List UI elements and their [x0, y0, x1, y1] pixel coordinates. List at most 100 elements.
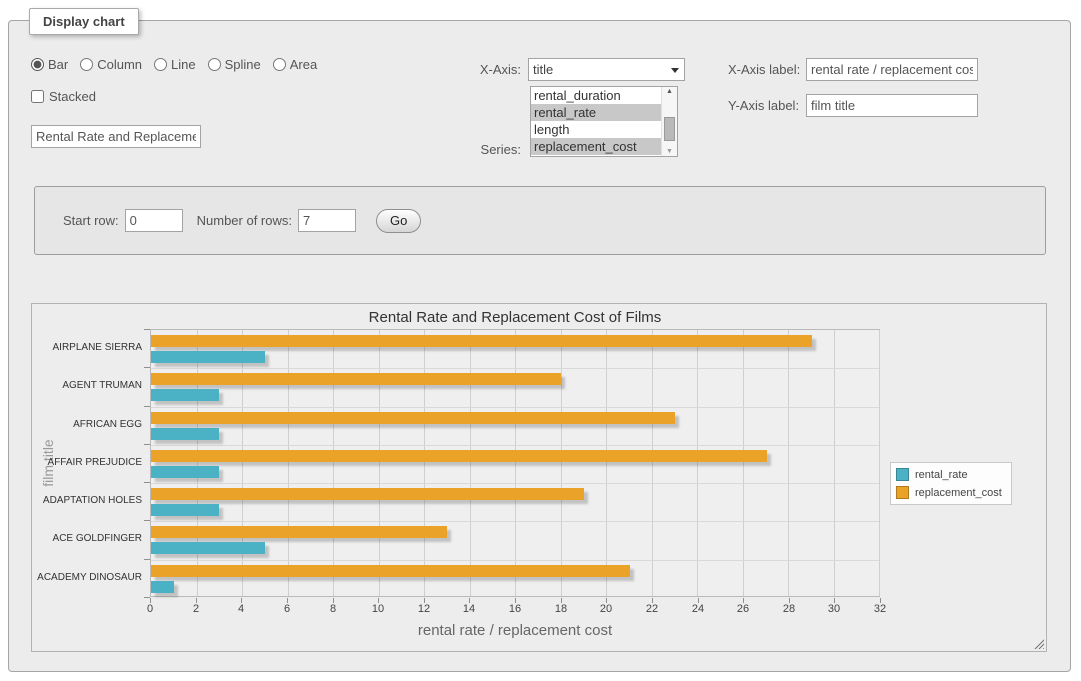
chart-type-text: Area [290, 57, 317, 72]
gridline-vertical [424, 330, 425, 596]
chart-type-text: Bar [48, 57, 68, 72]
x-tick-mark [287, 598, 288, 603]
resize-grip-icon[interactable] [1034, 639, 1044, 649]
x-tick-label: 14 [449, 603, 489, 615]
chart-type-radio-line[interactable] [154, 58, 167, 71]
x-tick-label: 2 [176, 603, 216, 615]
x-tick-mark [789, 598, 790, 603]
category-label: ACE GOLDFINGER [32, 533, 142, 544]
chart-type-radio-spline[interactable] [208, 58, 221, 71]
y-tick-mark [144, 520, 150, 521]
category-label: ADAPTATION HOLES [32, 495, 142, 506]
gridline-vertical [879, 330, 880, 596]
y-tick-mark [144, 444, 150, 445]
x-tick-mark [333, 598, 334, 603]
y-axis-label-input[interactable] [806, 94, 978, 117]
y-tick-mark [144, 406, 150, 407]
chart-type-radio-area[interactable] [273, 58, 286, 71]
category-label: ACADEMY DINOSAUR [32, 572, 142, 583]
gridline-vertical [379, 330, 380, 596]
chart-type-bar[interactable]: Bar [31, 57, 68, 72]
start-row-input[interactable] [125, 209, 183, 232]
stacked-label: Stacked [49, 89, 96, 104]
bar-rental_rate [151, 428, 219, 440]
x-tick-mark [424, 598, 425, 603]
chart-type-radio-bar[interactable] [31, 58, 44, 71]
gridline-vertical [515, 330, 516, 596]
x-tick-label: 10 [358, 603, 398, 615]
x-tick-label: 30 [814, 603, 854, 615]
gridline-vertical [788, 330, 789, 596]
gridline-vertical [333, 330, 334, 596]
x-tick-mark [378, 598, 379, 603]
chart-title-input[interactable] [31, 125, 201, 148]
series-scrollbar[interactable]: ▲ ▼ [661, 87, 677, 156]
chart-type-radio-group: Bar Column Line Spline Area [31, 57, 317, 72]
gridline-horizontal [151, 521, 879, 522]
gridline-vertical [242, 330, 243, 596]
num-rows-input[interactable] [298, 209, 356, 232]
x-tick-mark [606, 598, 607, 603]
scroll-down-icon[interactable]: ▼ [662, 148, 677, 155]
stacked-option[interactable]: Stacked [31, 89, 96, 104]
x-tick-label: 22 [632, 603, 672, 615]
gridline-vertical [197, 330, 198, 596]
stacked-checkbox[interactable] [31, 90, 44, 103]
x-tick-label: 4 [221, 603, 261, 615]
scrollbar-thumb[interactable] [664, 117, 675, 141]
y-tick-mark [144, 329, 150, 330]
chevron-down-icon [671, 68, 679, 73]
chart-type-area[interactable]: Area [273, 57, 317, 72]
x-tick-label: 0 [130, 603, 170, 615]
x-tick-mark [150, 598, 151, 603]
category-label: AIRPLANE SIERRA [32, 342, 142, 353]
x-tick-mark [743, 598, 744, 603]
legend-item: rental_rate [896, 468, 1002, 481]
legend-item: replacement_cost [896, 486, 1002, 499]
chart-type-spline[interactable]: Spline [208, 57, 261, 72]
legend-swatch-replacement_cost [896, 486, 909, 499]
series-option-rental_duration[interactable]: rental_duration [531, 87, 661, 104]
gridline-horizontal [151, 483, 879, 484]
series-option-replacement_cost[interactable]: replacement_cost [531, 138, 661, 155]
y-tick-mark [144, 367, 150, 368]
bar-rental_rate [151, 466, 219, 478]
x-tick-label: 32 [860, 603, 900, 615]
go-button[interactable]: Go [376, 209, 421, 233]
chart-legend: rental_rate replacement_cost [890, 462, 1012, 505]
series-option-length[interactable]: length [531, 121, 661, 138]
bar-replacement_cost [151, 488, 584, 500]
gridline-vertical [697, 330, 698, 596]
chart-type-column[interactable]: Column [80, 57, 142, 72]
bar-replacement_cost [151, 450, 767, 462]
start-row-label: Start row: [63, 213, 119, 228]
x-tick-label: 18 [541, 603, 581, 615]
series-select-label: Series: [421, 142, 521, 157]
bar-rental_rate [151, 351, 265, 363]
chart-type-text: Line [171, 57, 196, 72]
x-tick-mark [698, 598, 699, 603]
chart-type-radio-column[interactable] [80, 58, 93, 71]
x-axis-select-label: X-Axis: [421, 62, 521, 77]
series-options: rental_durationrental_ratelengthreplacem… [531, 87, 677, 155]
gridline-vertical [470, 330, 471, 596]
chart-type-line[interactable]: Line [154, 57, 196, 72]
bar-replacement_cost [151, 565, 630, 577]
x-tick-mark [241, 598, 242, 603]
chart-type-text: Spline [225, 57, 261, 72]
x-tick-mark [515, 598, 516, 603]
x-axis-select[interactable]: title [528, 58, 685, 81]
series-multiselect[interactable]: rental_durationrental_ratelengthreplacem… [530, 86, 678, 157]
x-tick-label: 26 [723, 603, 763, 615]
gridline-vertical [606, 330, 607, 596]
gridline-vertical [834, 330, 835, 596]
gridline-horizontal [151, 407, 879, 408]
gridline-horizontal [151, 560, 879, 561]
x-axis-label-input[interactable] [806, 58, 978, 81]
chart-type-text: Column [97, 57, 142, 72]
bar-rental_rate [151, 542, 265, 554]
bar-replacement_cost [151, 412, 675, 424]
x-tick-label: 8 [313, 603, 353, 615]
series-option-rental_rate[interactable]: rental_rate [531, 104, 661, 121]
scroll-up-icon[interactable]: ▲ [662, 88, 677, 95]
